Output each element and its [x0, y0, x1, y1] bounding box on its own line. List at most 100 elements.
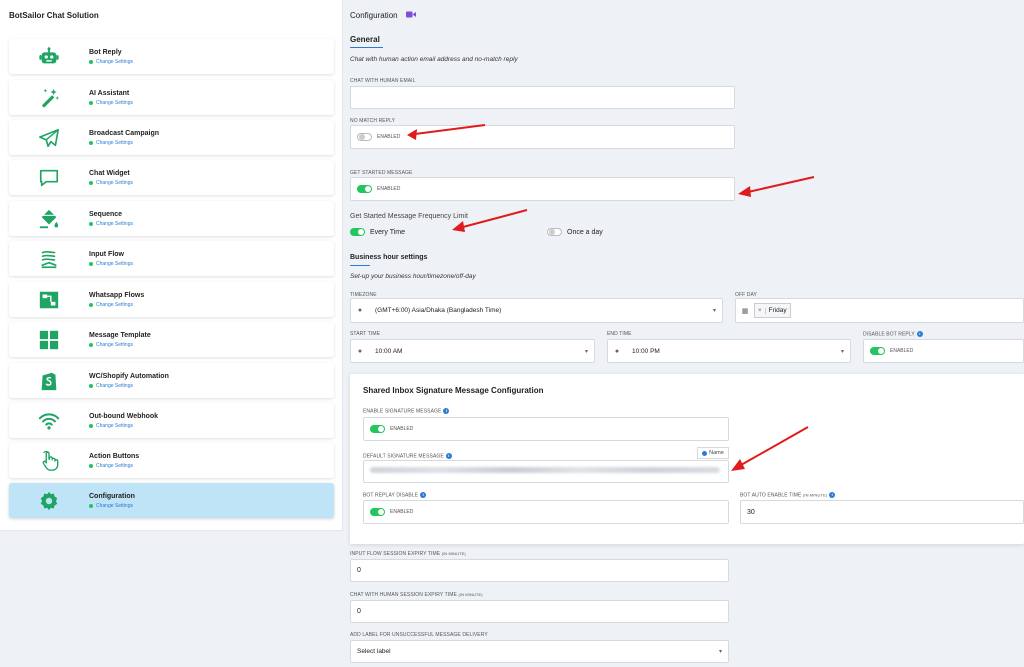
once-a-day-toggle[interactable]	[547, 228, 562, 236]
sidebar-item-label: Whatsapp Flows	[89, 291, 145, 299]
info-icon[interactable]: i	[420, 492, 427, 498]
offday-tag[interactable]: × Friday	[754, 303, 791, 318]
no-match-toggle[interactable]	[357, 133, 372, 141]
chevron-down-icon: ▾	[584, 348, 588, 355]
tab-underline	[350, 47, 383, 48]
change-settings-link[interactable]: Change Settings	[89, 423, 158, 429]
sidebar-item-chat-widget[interactable]: Chat Widget Change Settings	[9, 160, 334, 195]
paper-plane-icon	[9, 127, 89, 149]
wifi-icon	[9, 410, 89, 432]
info-icon[interactable]: i	[445, 453, 452, 459]
end-time-select[interactable]: ● 10:00 PM ▾	[607, 339, 851, 363]
sidebar-item-label: AI Assistant	[89, 89, 130, 97]
sidebar-item-label: Broadcast Campaign	[89, 129, 160, 137]
add-label-label: ADD LABEL FOR UNSUCCESSFUL MESSAGE DELIV…	[350, 632, 488, 638]
info-icon[interactable]: i	[829, 492, 836, 498]
default-signature-label: DEFAULT SIGNATURE MESSAGE i	[363, 453, 452, 459]
chevron-down-icon: ▾	[712, 308, 716, 314]
offday-value: Friday	[768, 307, 787, 314]
annotation-arrow	[407, 124, 486, 140]
change-settings-link[interactable]: Change Settings	[89, 302, 144, 308]
status-dot	[89, 342, 93, 347]
sidebar-item-label: Configuration	[89, 492, 135, 500]
user-icon	[702, 450, 708, 456]
offday-select[interactable]: ▦ × Friday	[735, 298, 1024, 323]
start-time-select[interactable]: ● 10:00 AM ▾	[350, 339, 595, 363]
change-settings-link[interactable]: Change Settings	[89, 140, 159, 146]
calendar-icon: ▦	[741, 307, 749, 315]
remove-tag-icon[interactable]: ×	[755, 307, 766, 314]
sidebar-item-label: Input Flow	[89, 250, 124, 258]
disable-bot-toggle[interactable]	[870, 347, 885, 355]
chat-email-field[interactable]	[350, 86, 735, 109]
flow-icon	[9, 289, 89, 311]
change-settings-link[interactable]: Change Settings	[89, 503, 135, 509]
start-time-value: 10:00 AM	[375, 347, 403, 355]
change-settings-link[interactable]: Change Settings	[89, 100, 133, 106]
business-hour-heading: Business hour settings	[350, 254, 428, 261]
sidebar-item-input-flow[interactable]: Input Flow Change Settings	[9, 241, 334, 276]
clock-icon: ●	[357, 347, 363, 355]
bot-auto-enable-field[interactable]: 30	[740, 500, 1024, 524]
signature-heading: Shared Inbox Signature Message Configura…	[363, 386, 544, 395]
tab-general[interactable]: General	[350, 35, 380, 44]
business-hour-note: Set-up your business hour/timezone/off-d…	[350, 273, 476, 280]
sidebar-item-configuration[interactable]: Configuration Change Settings	[9, 483, 334, 518]
sidebar-item-broadcast-campaign[interactable]: Broadcast Campaign Change Settings	[9, 120, 334, 155]
status-dot	[89, 261, 93, 266]
disable-bot-toggle-box: ENABLED	[863, 339, 1024, 363]
timezone-value: (GMT+6:00) Asia/Dhaka (Bangladesh Time)	[375, 307, 502, 314]
page-title: Configuration	[350, 11, 416, 20]
enable-signature-toggle[interactable]	[370, 425, 385, 433]
annotation-arrow	[731, 426, 809, 471]
sidebar-title: BotSailor Chat Solution	[9, 11, 99, 20]
change-settings-link[interactable]: Change Settings	[89, 221, 133, 227]
frequency-option-every-time[interactable]: Every Time	[350, 228, 405, 236]
timezone-select[interactable]: ● (GMT+6:00) Asia/Dhaka (Bangladesh Time…	[350, 298, 723, 323]
sidebar-item-action-buttons[interactable]: Action Buttons Change Settings	[9, 443, 334, 478]
change-settings-link[interactable]: Change Settings	[89, 180, 133, 186]
frequency-option-once-a-day[interactable]: Once a day	[547, 228, 603, 236]
sidebar-item-bot-reply[interactable]: Bot Reply Change Settings	[9, 39, 334, 74]
grid-icon	[9, 329, 89, 351]
chat-email-label: CHAT WITH HUMAN EMAIL	[350, 78, 416, 84]
disable-bot-label: DISABLE BOT REPLY i	[863, 331, 923, 337]
sidebar-item-ai-assistant[interactable]: AI Assistant Change Settings	[9, 80, 334, 115]
status-dot	[89, 140, 93, 145]
sidebar-item-label: Action Buttons	[89, 452, 140, 460]
input-flow-expiry-field[interactable]: 0	[350, 559, 729, 582]
once-a-day-label: Once a day	[567, 228, 603, 236]
get-started-toggle[interactable]	[357, 185, 372, 193]
change-settings-link[interactable]: Change Settings	[89, 59, 133, 65]
sidebar-item-message-template[interactable]: Message Template Change Settings	[9, 322, 334, 357]
sidebar-item-sequence[interactable]: Sequence Change Settings	[9, 201, 334, 236]
enable-signature-toggle-box: ENABLED	[363, 417, 729, 441]
sidebar-item-whatsapp-flows[interactable]: Whatsapp Flows Change Settings	[9, 282, 334, 317]
chat-human-expiry-field[interactable]: 0	[350, 600, 729, 623]
sidebar-item-out-bound-webhook[interactable]: Out-bound Webhook Change Settings	[9, 403, 334, 438]
gear-icon	[9, 490, 89, 512]
page-title-text: Configuration	[350, 11, 398, 20]
sidebar-item-label: Sequence	[89, 210, 123, 218]
sidebar-item-wc-shopify-automation[interactable]: WC/Shopify Automation Change Settings	[9, 363, 334, 398]
info-icon[interactable]: i	[443, 408, 450, 414]
annotation-arrow	[452, 209, 528, 232]
change-settings-link[interactable]: Change Settings	[89, 383, 169, 389]
every-time-label: Every Time	[370, 228, 406, 236]
input-flow-expiry-label: INPUT FLOW SESSION EXPIRY TIME (IN MINUT…	[350, 551, 466, 557]
status-dot	[89, 180, 93, 185]
every-time-toggle[interactable]	[350, 228, 365, 236]
bot-replay-toggle-box: ENABLED	[363, 500, 729, 524]
bot-replay-toggle[interactable]	[370, 508, 385, 516]
change-settings-link[interactable]: Change Settings	[89, 342, 151, 348]
video-icon[interactable]	[405, 11, 416, 20]
change-settings-link[interactable]: Change Settings	[89, 463, 139, 469]
info-icon[interactable]: i	[916, 331, 923, 337]
default-signature-field[interactable]	[363, 460, 729, 483]
change-settings-link[interactable]: Change Settings	[89, 261, 133, 267]
enable-signature-state: ENABLED	[390, 426, 414, 432]
status-dot	[89, 59, 93, 64]
paint-bucket-icon	[9, 208, 89, 230]
sidebar-item-label: Out-bound Webhook	[89, 412, 159, 420]
add-label-select[interactable]: Select label ▾	[350, 640, 729, 663]
